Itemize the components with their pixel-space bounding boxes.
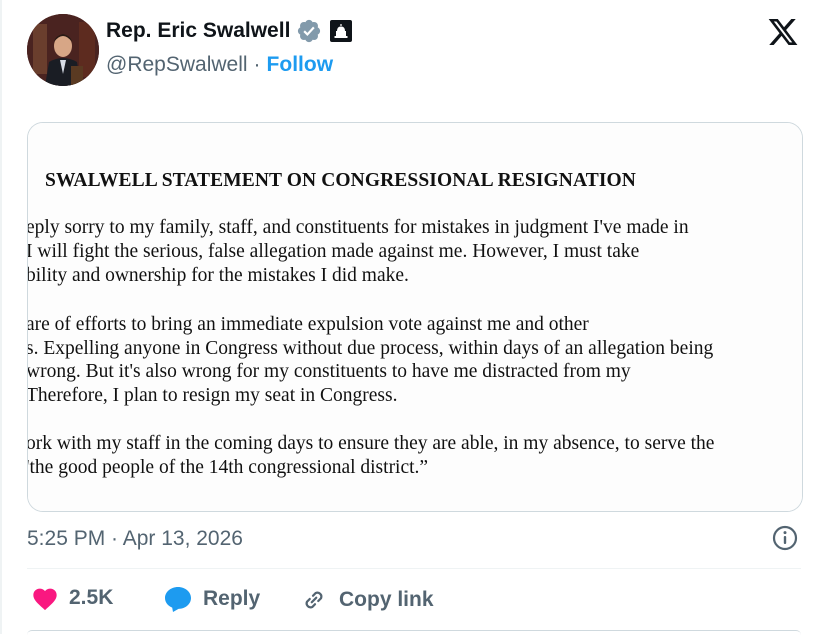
document-title: SWALWELL STATEMENT ON CONGRESSIONAL RESI… xyxy=(45,170,636,191)
info-icon[interactable] xyxy=(771,524,799,552)
document-line: wrong. But it's also wrong for my consti… xyxy=(27,361,631,382)
copy-link-button[interactable]: Copy link xyxy=(299,585,434,615)
document-line: bility and ownership for the mistakes I … xyxy=(27,265,409,286)
avatar[interactable] xyxy=(27,14,99,86)
verified-badge-icon[interactable] xyxy=(296,18,322,44)
statement-document-image: SWALWELL STATEMENT ON CONGRESSIONAL RESI… xyxy=(28,123,802,511)
follow-button[interactable]: Follow xyxy=(267,53,334,77)
capitol-building-icon xyxy=(330,20,353,42)
reply-button[interactable]: Reply xyxy=(163,585,260,613)
heart-icon xyxy=(31,585,59,611)
author-name[interactable]: Rep. Eric Swalwell xyxy=(106,19,290,43)
reply-label: Reply xyxy=(203,587,261,610)
left-border xyxy=(0,0,2,634)
document-line: 'the good people of the 14th congression… xyxy=(27,457,429,478)
dot-separator: · xyxy=(253,53,261,76)
speech-bubble-icon xyxy=(163,585,193,613)
author-name-row: Rep. Eric Swalwell xyxy=(106,18,353,44)
divider xyxy=(27,568,801,569)
link-icon xyxy=(299,585,329,615)
x-logo-icon[interactable] xyxy=(766,16,800,48)
media-card[interactable]: SWALWELL STATEMENT ON CONGRESSIONAL RESI… xyxy=(27,122,803,512)
document-line: s. Expelling anyone in Congress without … xyxy=(27,338,714,359)
author-handle[interactable]: @RepSwalwell xyxy=(106,53,248,77)
document-line: are of efforts to bring an immediate exp… xyxy=(27,314,589,335)
document-line: ork with my staff in the coming days to … xyxy=(27,433,715,454)
avatar-photo xyxy=(27,14,99,86)
like-count: 2.5K xyxy=(69,586,114,609)
reply-box-top-edge xyxy=(27,630,801,635)
post-timestamp[interactable]: 5:25 PM · Apr 13, 2026 xyxy=(27,527,243,551)
like-button[interactable]: 2.5K xyxy=(31,585,113,611)
document-line: Therefore, I plan to resign my seat in C… xyxy=(27,385,398,406)
copy-link-label: Copy link xyxy=(339,588,434,611)
author-handle-row: @RepSwalwell · Follow xyxy=(106,53,333,77)
document-line: eply sorry to my family, staff, and cons… xyxy=(27,217,689,238)
document-line: I will fight the serious, false allegati… xyxy=(27,241,640,262)
